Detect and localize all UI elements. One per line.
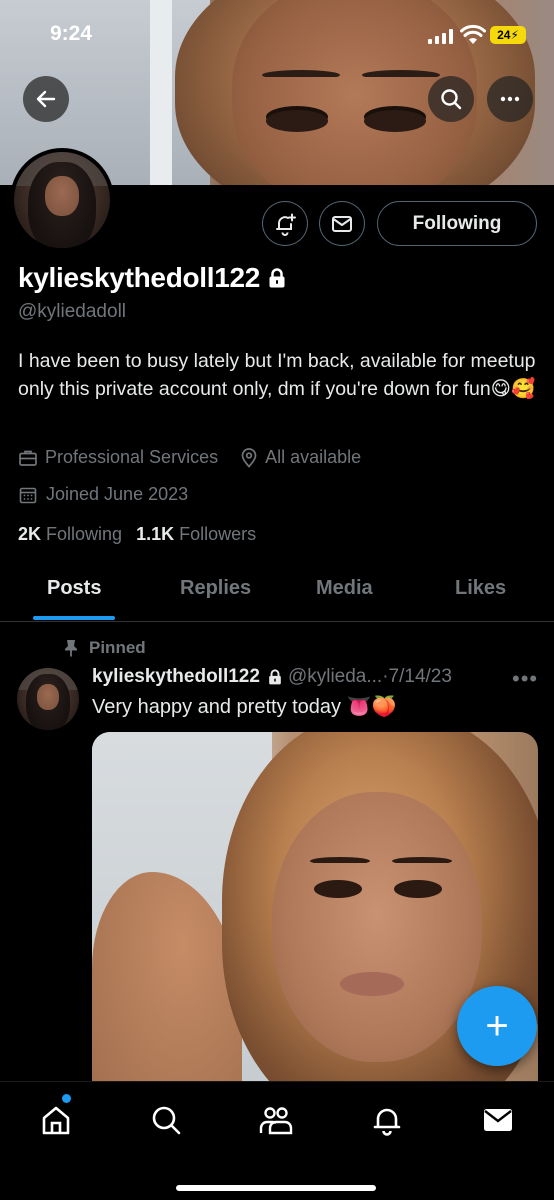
profile-tabs: Posts Replies Media Likes <box>0 560 554 622</box>
pin-icon <box>65 640 77 657</box>
following-count-link[interactable]: 2K Following <box>18 524 122 545</box>
banner-eye-left <box>266 110 328 132</box>
plus-icon: + <box>485 1003 509 1048</box>
post-image-face <box>272 792 482 1062</box>
arrow-left-icon <box>36 90 56 108</box>
battery-icon: 24 ⚡ <box>490 26 526 44</box>
active-tab-indicator <box>33 616 115 620</box>
tab-media[interactable]: Media <box>316 577 373 600</box>
post-image-brow-left <box>310 857 370 865</box>
profile-bio: I have been to busy lately but I'm back,… <box>18 350 536 400</box>
nav-search[interactable] <box>148 1102 184 1138</box>
lock-icon <box>269 268 285 288</box>
cellular-signal-icon <box>428 28 453 44</box>
joined-text: Joined June 2023 <box>46 484 189 504</box>
tab-likes[interactable]: Likes <box>455 577 506 600</box>
battery-level: 24 <box>497 28 511 42</box>
profile-avatar[interactable] <box>10 148 114 252</box>
status-bar: 9:24 24 ⚡ <box>0 0 554 70</box>
home-indicator <box>176 1185 376 1191</box>
envelope-icon <box>332 215 352 232</box>
display-name-text: kylieskythedoll122 <box>18 262 261 293</box>
search-icon <box>152 1106 181 1135</box>
tab-replies[interactable]: Replies <box>180 577 251 600</box>
notifications-button[interactable] <box>262 201 308 246</box>
search-button[interactable] <box>428 76 474 122</box>
status-time: 9:24 <box>50 22 93 45</box>
nav-communities[interactable] <box>258 1102 294 1138</box>
location-pin-icon <box>241 447 257 468</box>
nav-notifications[interactable] <box>369 1102 405 1138</box>
post-image-eye-right <box>394 880 442 898</box>
banner-brow-right <box>362 70 440 80</box>
search-icon <box>441 89 462 110</box>
profile-category: Professional Services <box>18 447 218 468</box>
message-button[interactable] <box>319 201 365 246</box>
post-image-eye-left <box>314 880 362 898</box>
home-notification-dot <box>62 1094 71 1103</box>
briefcase-icon <box>19 450 37 466</box>
following-label: Following <box>46 524 123 544</box>
nav-home[interactable] <box>38 1102 74 1138</box>
post-image-brow-right <box>392 857 452 865</box>
lock-icon <box>269 669 281 685</box>
more-horizontal-icon <box>500 96 520 102</box>
post-text: Very happy and pretty today 👅🍑 <box>92 696 397 718</box>
wifi-icon <box>460 24 486 44</box>
following-button[interactable]: Following <box>377 201 537 246</box>
followers-count: 1.1K <box>136 524 175 544</box>
avatar-image <box>14 152 110 248</box>
post-more-button[interactable]: ••• <box>512 666 538 692</box>
post-header: kylieskythedoll122 @kylieda... · 7/14/23 <box>92 666 542 688</box>
bell-icon <box>373 1108 401 1136</box>
profile-joined: Joined June 2023 <box>18 484 188 505</box>
pinned-text: Pinned <box>89 638 146 657</box>
envelope-filled-icon <box>484 1109 512 1131</box>
pinned-label: Pinned <box>63 638 146 658</box>
bottom-navigation <box>0 1081 554 1200</box>
location-text: All available <box>265 447 362 467</box>
profile-handle: @kyliedadoll <box>18 301 127 322</box>
following-count: 2K <box>18 524 42 544</box>
category-text: Professional Services <box>45 447 219 467</box>
charging-bolt: ⚡ <box>510 28 519 42</box>
post-author-name[interactable]: kylieskythedoll122 <box>92 666 260 688</box>
post-avatar-image <box>17 668 79 730</box>
profile-counts: 2K Following 1.1K Followers <box>18 524 256 545</box>
profile-location: All available <box>240 447 361 468</box>
nav-messages[interactable] <box>480 1102 516 1138</box>
tab-posts[interactable]: Posts <box>47 577 101 600</box>
banner-brow-left <box>262 70 340 80</box>
compose-post-button[interactable]: + <box>457 986 537 1066</box>
more-button[interactable] <box>487 76 533 122</box>
post-author-avatar[interactable] <box>17 668 79 730</box>
profile-display-name: kylieskythedoll122 <box>18 262 286 294</box>
post-author-handle[interactable]: @kylieda... <box>288 666 382 688</box>
post-date[interactable]: 7/14/23 <box>389 666 452 688</box>
calendar-icon <box>19 487 37 503</box>
followers-label: Followers <box>179 524 257 544</box>
back-button[interactable] <box>23 76 69 122</box>
home-icon <box>42 1106 70 1135</box>
profile-meta-row: Professional Services All available <box>18 447 361 468</box>
bell-plus-icon <box>276 213 296 236</box>
banner-eye-right <box>364 110 426 132</box>
post-image-lips <box>340 972 404 996</box>
communities-icon <box>259 1107 293 1135</box>
followers-count-link[interactable]: 1.1K Followers <box>136 524 256 545</box>
